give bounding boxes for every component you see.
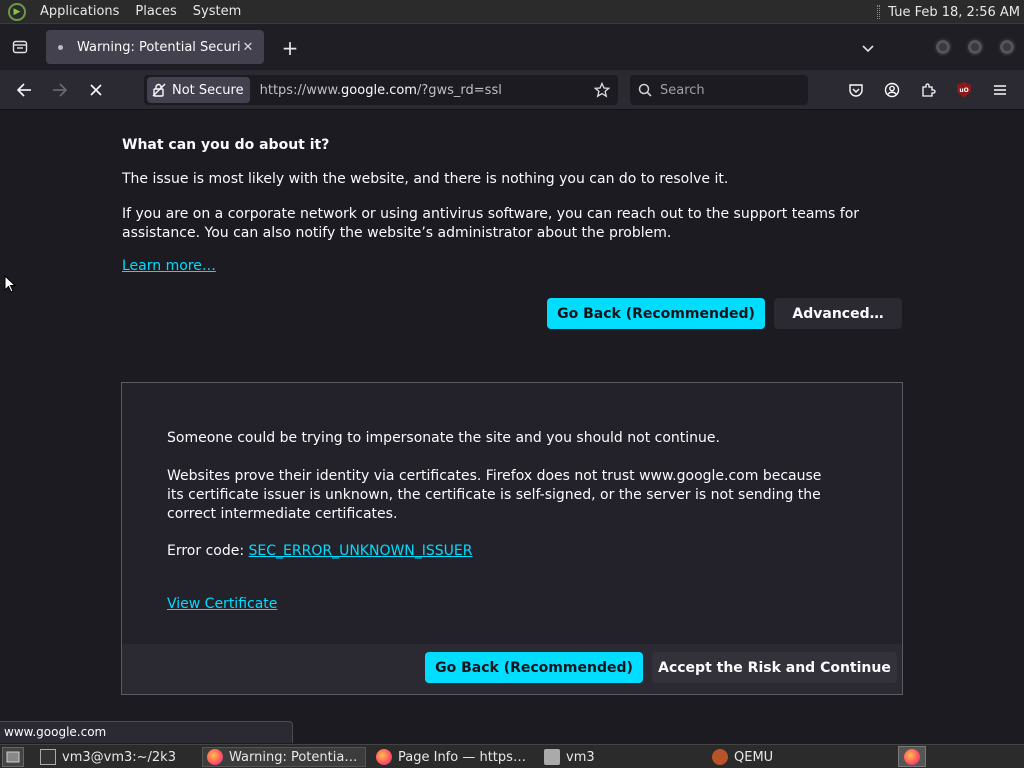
- firefox-icon: [376, 749, 392, 765]
- clock[interactable]: Tue Feb 18, 2:56 AM: [877, 0, 1020, 24]
- url-host: google.com: [341, 82, 417, 98]
- distro-logo-icon[interactable]: ▶: [8, 2, 26, 21]
- search-input[interactable]: Search: [630, 75, 808, 105]
- tab-title: Warning: Potential Security Risk Ahead: [77, 39, 240, 55]
- firefox-view-button[interactable]: [0, 24, 40, 70]
- view-certificate-link[interactable]: View Certificate: [167, 596, 277, 612]
- loading-dot-icon: [58, 44, 63, 50]
- panel-grip: [877, 5, 881, 19]
- arrow-right-icon: [53, 83, 68, 97]
- system-menu[interactable]: System: [185, 4, 249, 19]
- navigation-toolbar: Not Secure https://www.google.com/?gws_r…: [0, 70, 1024, 110]
- page-content: What can you do about it? The issue is m…: [0, 111, 1024, 743]
- account-button[interactable]: [880, 78, 904, 102]
- advanced-panel: Someone could be trying to impersonate t…: [121, 382, 903, 695]
- taskbar-item-vm3-folder[interactable]: vm3: [540, 747, 702, 767]
- pocket-icon: [849, 84, 863, 97]
- taskbar-item-firefox-warning[interactable]: Warning: Potential Security Risk Ahead: [202, 747, 366, 767]
- taskbar-item-terminal[interactable]: vm3@vm3:~/2k3: [36, 747, 198, 767]
- pocket-button[interactable]: [844, 78, 868, 102]
- back-button[interactable]: [12, 78, 36, 102]
- show-desktop-button[interactable]: [2, 746, 24, 767]
- firefox-view-icon: [12, 40, 28, 54]
- minimize-button[interactable]: [934, 38, 952, 56]
- folder-icon: [544, 749, 560, 765]
- arrow-left-icon: [16, 83, 31, 97]
- stop-x-icon: [90, 84, 102, 96]
- go-back-button-advanced[interactable]: Go Back (Recommended): [425, 652, 643, 683]
- advanced-button[interactable]: Advanced…: [774, 298, 902, 329]
- qemu-icon: [712, 749, 728, 765]
- url-text[interactable]: https://www.google.com/?gws_rd=ssl: [260, 83, 590, 98]
- workspace-switcher[interactable]: [898, 746, 926, 767]
- firefox-icon: [207, 749, 223, 765]
- new-tab-button[interactable]: +: [278, 36, 302, 60]
- close-window-button[interactable]: [998, 38, 1016, 56]
- taskbar-item-qemu[interactable]: QEMU: [708, 747, 868, 767]
- firefox-icon: [904, 748, 920, 765]
- learn-more-link[interactable]: Learn more…: [122, 258, 216, 274]
- tab-bar: Warning: Potential Security Risk Ahead ✕…: [0, 24, 1024, 70]
- hamburger-menu-icon: [994, 85, 1006, 95]
- desktop-icon: [6, 751, 20, 762]
- ublock-button[interactable]: uO: [952, 78, 976, 102]
- advanced-panel-footer: Go Back (Recommended) Accept the Risk an…: [122, 644, 902, 694]
- account-icon: [884, 82, 900, 98]
- forward-button[interactable]: [48, 78, 72, 102]
- bookmark-star-button[interactable]: [590, 78, 614, 102]
- app-menu-button[interactable]: [988, 78, 1012, 102]
- status-url-tooltip: www.google.com: [0, 721, 293, 743]
- site-identity-button[interactable]: Not Secure: [147, 77, 250, 103]
- stop-button[interactable]: [84, 78, 108, 102]
- mouse-cursor-icon: [4, 275, 16, 293]
- puzzle-icon: [922, 83, 936, 97]
- terminal-icon: [40, 749, 56, 765]
- lock-warning-icon: [152, 83, 166, 97]
- star-icon: [594, 82, 610, 98]
- issue-paragraph: The issue is most likely with the websit…: [122, 171, 729, 187]
- chevron-down-icon: [862, 45, 874, 53]
- certificate-explanation-text: Websites prove their identity via certif…: [167, 468, 822, 522]
- bottom-taskbar: vm3@vm3:~/2k3 Warning: Potential Securit…: [0, 744, 1024, 768]
- accept-risk-button[interactable]: Accept the Risk and Continue: [652, 652, 897, 683]
- taskbar-item-page-info[interactable]: Page Info — https://www.google.com: [372, 747, 532, 767]
- page-heading: What can you do about it?: [122, 137, 330, 153]
- error-code-label: Error code:: [167, 543, 249, 559]
- places-menu[interactable]: Places: [127, 4, 184, 19]
- error-code-link[interactable]: SEC_ERROR_UNKNOWN_ISSUER: [249, 543, 473, 559]
- system-top-panel: ▶ Applications Places System Tue Feb 18,…: [0, 0, 1024, 24]
- search-icon: [638, 83, 652, 97]
- not-secure-label: Not Secure: [172, 82, 244, 98]
- extensions-button[interactable]: [916, 78, 940, 102]
- maximize-button[interactable]: [966, 38, 984, 56]
- list-all-tabs-button[interactable]: [856, 36, 880, 60]
- error-code-line: Error code: SEC_ERROR_UNKNOWN_ISSUER: [167, 543, 473, 559]
- clock-text: Tue Feb 18, 2:56 AM: [888, 4, 1020, 20]
- ublock-shield-icon: uO: [957, 82, 971, 98]
- corporate-network-paragraph: If you are on a corporate network or usi…: [122, 206, 860, 241]
- go-back-button[interactable]: Go Back (Recommended): [547, 298, 765, 329]
- applications-menu[interactable]: Applications: [32, 4, 127, 19]
- tab-warning[interactable]: Warning: Potential Security Risk Ahead ✕: [46, 30, 264, 64]
- search-placeholder: Search: [660, 82, 705, 98]
- close-tab-icon[interactable]: ✕: [240, 39, 256, 55]
- impersonate-warning-text: Someone could be trying to impersonate t…: [167, 430, 720, 446]
- url-bar[interactable]: Not Secure https://www.google.com/?gws_r…: [144, 75, 618, 105]
